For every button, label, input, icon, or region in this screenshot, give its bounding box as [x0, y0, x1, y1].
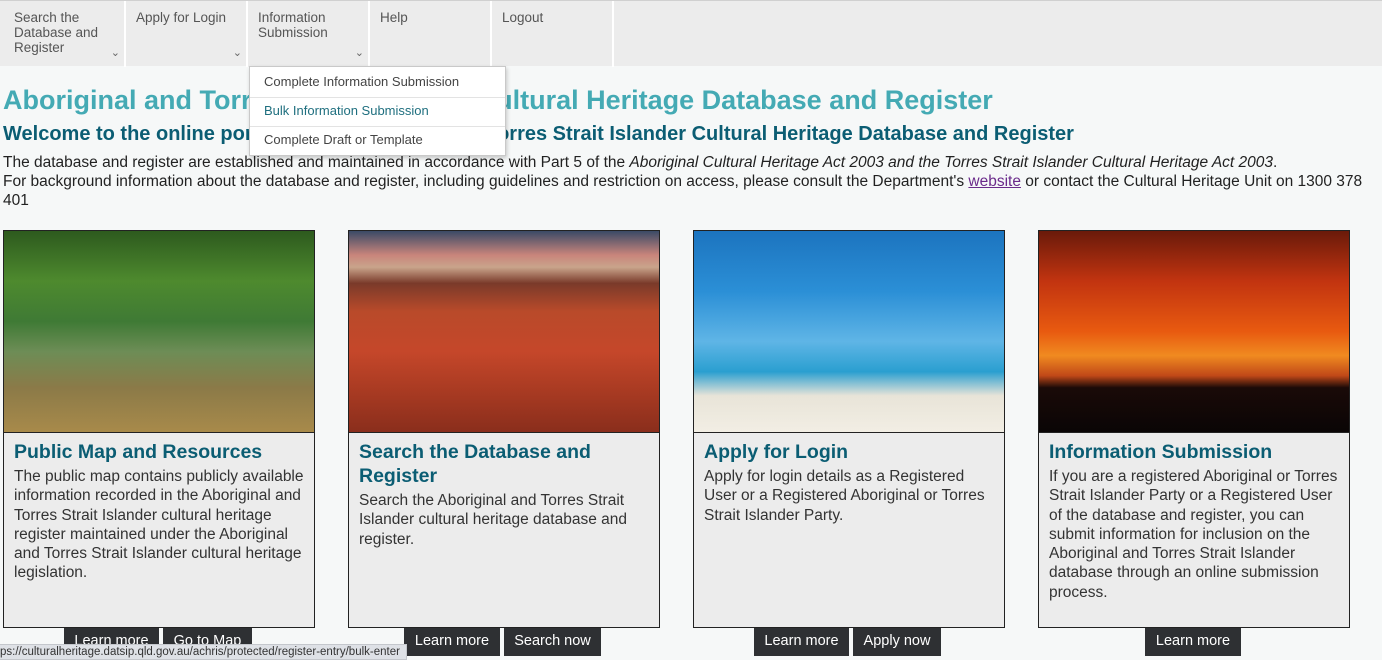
- submission-learn-more-button[interactable]: Learn more: [1145, 628, 1241, 656]
- intro-act-name: Aboriginal Cultural Heritage Act 2003 an…: [629, 154, 1274, 171]
- intro-line1-end: .: [1273, 154, 1278, 171]
- apply-learn-more-button[interactable]: Learn more: [754, 628, 849, 656]
- rainforest-image: [4, 231, 314, 433]
- nav-search-database[interactable]: Search the Database and Register ⌄: [0, 1, 126, 67]
- card-description: Search the Aboriginal and Torres Strait …: [359, 492, 627, 548]
- card-public-map: Public Map and Resources The public map …: [3, 230, 315, 628]
- beach-image: [694, 231, 1004, 433]
- website-link[interactable]: website: [968, 173, 1021, 190]
- card-apply-login: Apply for Login Apply for login details …: [693, 230, 1005, 628]
- nav-label: Information Submission: [258, 10, 328, 40]
- search-now-button[interactable]: Search now: [504, 628, 601, 656]
- dropdown-item-complete-draft[interactable]: Complete Draft or Template: [250, 127, 505, 156]
- sunset-image: [1039, 231, 1349, 433]
- chevron-down-icon: ⌄: [354, 47, 364, 59]
- card-title: Public Map and Resources: [14, 441, 263, 463]
- search-learn-more-button[interactable]: Learn more: [404, 628, 500, 656]
- nav-logout[interactable]: Logout: [492, 1, 614, 67]
- card-description: The public map contains publicly availab…: [14, 468, 304, 582]
- nav-label: Help: [380, 10, 408, 25]
- dropdown-item-bulk-submission[interactable]: Bulk Information Submission: [250, 98, 505, 127]
- nav-information-submission[interactable]: Information Submission ⌄: [248, 1, 370, 67]
- nav-label: Apply for Login: [136, 10, 227, 25]
- apply-now-button[interactable]: Apply now: [853, 628, 941, 656]
- card-information-submission: Information Submission If you are a regi…: [1038, 230, 1350, 628]
- nav-help[interactable]: Help: [370, 1, 492, 67]
- card-title: Apply for Login: [704, 441, 849, 463]
- page-subtitle: Welcome to the online portal of the Abor…: [3, 123, 1074, 145]
- nav-label: Search the Database and Register: [14, 10, 99, 55]
- intro-line2-start: For background information about the dat…: [3, 173, 969, 190]
- nav-apply-login[interactable]: Apply for Login ⌄: [126, 1, 248, 67]
- card-search-database: Search the Database and Register Search …: [348, 230, 660, 628]
- card-title: Information Submission: [1049, 441, 1273, 463]
- intro-text: The database and register are establishe…: [3, 153, 1381, 210]
- browser-status-bar: ps://culturalheritage.datsip.qld.gov.au/…: [0, 644, 407, 660]
- information-submission-dropdown: Complete Information Submission Bulk Inf…: [249, 66, 506, 156]
- top-nav: Search the Database and Register ⌄ Apply…: [0, 0, 1382, 67]
- card-description: Apply for login details as a Registered …: [704, 468, 985, 524]
- chevron-down-icon: ⌄: [232, 47, 242, 59]
- desert-image: [349, 231, 659, 433]
- card-title: Search the Database and Register: [359, 441, 591, 487]
- nav-label: Logout: [502, 10, 544, 25]
- intro-line1-start: The database and register are establishe…: [3, 154, 630, 171]
- chevron-down-icon: ⌄: [110, 47, 120, 59]
- dropdown-item-complete-submission[interactable]: Complete Information Submission: [250, 69, 505, 98]
- card-description: If you are a registered Aboriginal or To…: [1049, 468, 1338, 601]
